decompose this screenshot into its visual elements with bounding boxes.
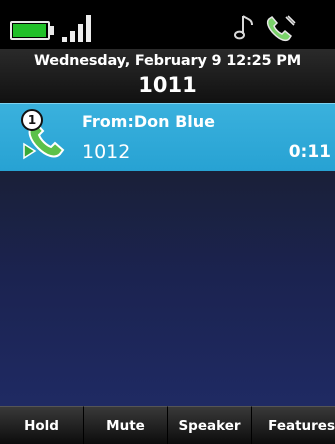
mute-button[interactable]: Mute [84,406,168,444]
speaker-button[interactable]: Speaker [168,406,252,444]
call-duration: 0:11 [288,142,331,162]
signal-icon [62,14,92,42]
status-bar [0,0,335,49]
mute-label: Mute [106,417,145,434]
call-header: Wednesday, February 9 12:25 PM 1011 [0,49,335,103]
features-button[interactable]: Features [252,406,335,444]
music-note-icon [234,15,253,40]
main-area [0,171,335,406]
battery-tip [50,26,54,35]
hold-button[interactable]: Hold [0,406,84,444]
active-call-row[interactable]: 1 From:Don Blue 1012 0:11 [0,103,335,171]
speaker-label: Speaker [178,417,241,434]
date-time: Wednesday, February 9 12:25 PM [34,53,301,69]
line-number: 1011 [138,73,197,97]
call-line-badge: 1 [21,109,43,131]
battery-level [13,24,46,37]
battery-icon [10,21,50,40]
hold-label: Hold [24,417,59,434]
handset-icon [266,15,296,42]
caller-name: From:Don Blue [82,112,216,131]
softkey-bar: Hold Mute Speaker Features [0,406,335,444]
features-label: Features [268,417,335,434]
caller-number: 1012 [82,141,131,163]
